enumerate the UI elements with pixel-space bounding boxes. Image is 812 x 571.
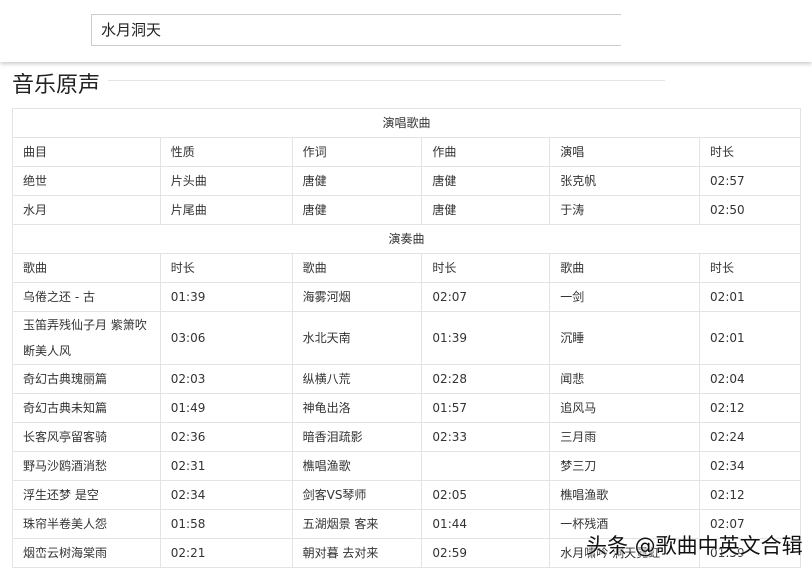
table-cell: 乌倦之还 - 古 xyxy=(12,282,161,312)
table-cell: 02:36 xyxy=(159,422,293,452)
table-cell: 唐健 xyxy=(421,166,551,196)
table-cell: 02:12 xyxy=(699,393,801,423)
watermark: 头条 @歌曲中英文合辑 xyxy=(586,534,803,558)
table-cell: 唐健 xyxy=(291,195,423,225)
table-cell: 玉笛弄残仙子月 紫箫吹断美人风 xyxy=(12,311,161,365)
table-cell: 01:57 xyxy=(421,393,551,423)
table-cell: 02:50 xyxy=(699,195,801,225)
table-cell: 纵横八荒 xyxy=(291,364,423,394)
header-row: 曲目 性质 作词 作曲 演唱 时长 xyxy=(12,137,801,167)
table-cell: 海雾河烟 xyxy=(291,282,423,312)
table-cell: 梦三刀 xyxy=(549,451,701,481)
table-cell: 闻悲 xyxy=(549,364,701,394)
table-cell: 奇幻古典瑰丽篇 xyxy=(12,364,161,394)
table-cell: 作曲 xyxy=(421,137,551,167)
table-cell: 朝对暮 去对来 xyxy=(291,538,423,568)
table-cell: 一剑 xyxy=(549,282,701,312)
header-bar: 水月洞天 xyxy=(0,0,812,62)
table-cell xyxy=(421,451,551,481)
table-cell: 张克帆 xyxy=(549,166,701,196)
table-cell: 02:07 xyxy=(421,282,551,312)
table-cell: 时长 xyxy=(699,137,801,167)
table-cell: 烟峦云树海棠雨 xyxy=(12,538,161,568)
table-cell: 02:24 xyxy=(699,422,801,452)
table-cell: 曲目 xyxy=(12,137,161,167)
table-cell: 作词 xyxy=(291,137,423,167)
table-cell: 樵唱渔歌 xyxy=(291,451,423,481)
search-input[interactable]: 水月洞天 xyxy=(91,14,621,46)
table-cell: 02:57 xyxy=(699,166,801,196)
soundtrack-table: 演唱歌曲 曲目 性质 作词 作曲 演唱 时长 绝世 片头曲 唐健 唐健 张克帆 02:57 水月 片尾曲 唐健… xyxy=(12,108,801,568)
section-title: 音乐原声 xyxy=(12,73,101,98)
table-cell: 01:39 xyxy=(159,282,293,312)
table-cell: 01:49 xyxy=(159,393,293,423)
table-cell: 02:21 xyxy=(159,538,293,568)
table-cell: 追风马 xyxy=(549,393,701,423)
table-cell: 02:33 xyxy=(421,422,551,452)
table-cell: 03:06 xyxy=(159,311,293,365)
table-cell: 三月雨 xyxy=(549,422,701,452)
table-cell: 片头曲 xyxy=(159,166,293,196)
table-cell: 片尾曲 xyxy=(159,195,293,225)
table-row: 绝世 片头曲 唐健 唐健 张克帆 02:57 xyxy=(12,166,801,196)
table-cell: 神龟出洛 xyxy=(291,393,423,423)
table-row: 水月 片尾曲 唐健 唐健 于涛 02:50 xyxy=(12,195,801,225)
table-row: 奇幻古典瑰丽篇 02:03 纵横八荒 02:28 闻悲 02:04 xyxy=(12,364,801,394)
table-cell: 于涛 xyxy=(549,195,701,225)
table-row: 长客风亭留客骑 02:36 暗香泪疏影 02:33 三月雨 02:24 xyxy=(12,422,801,452)
table-cell: 唐健 xyxy=(291,166,423,196)
table-row: 玉笛弄残仙子月 紫箫吹断美人风 03:06 水北天南 01:39 沉睡 02:01 xyxy=(12,311,801,365)
section-header-row: 演唱歌曲 xyxy=(12,108,801,138)
table-cell: 樵唱渔歌 xyxy=(549,480,701,510)
table-cell: 02:34 xyxy=(159,480,293,510)
table-cell: 02:59 xyxy=(421,538,551,568)
header-row: 歌曲 时长 歌曲 时长 歌曲 时长 xyxy=(12,253,801,283)
table-row: 乌倦之还 - 古 01:39 海雾河烟 02:07 一剑 02:01 xyxy=(12,282,801,312)
table-row: 浮生还梦 是空 02:34 剑客VS琴师 02:05 樵唱渔歌 02:12 xyxy=(12,480,801,510)
table-cell: 珠帘半卷美人怨 xyxy=(12,509,161,539)
table-cell: 02:28 xyxy=(421,364,551,394)
table-cell: 01:58 xyxy=(159,509,293,539)
table-cell: 暗香泪疏影 xyxy=(291,422,423,452)
table-cell: 02:01 xyxy=(699,311,801,365)
table-cell: 02:04 xyxy=(699,364,801,394)
table-cell: 01:39 xyxy=(421,311,551,365)
divider xyxy=(108,80,665,81)
table-cell: 02:05 xyxy=(421,480,551,510)
table-cell: 水月 xyxy=(12,195,161,225)
table-cell: 歌曲 xyxy=(12,253,161,283)
table-row: 野马沙鸥酒消愁 02:31 樵唱渔歌 梦三刀 02:34 xyxy=(12,451,801,481)
table-cell: 剑客VS琴师 xyxy=(291,480,423,510)
table-cell: 02:12 xyxy=(699,480,801,510)
table-cell: 水北天南 xyxy=(291,311,423,365)
table-cell: 01:44 xyxy=(421,509,551,539)
table-cell: 浮生还梦 是空 xyxy=(12,480,161,510)
table-cell: 02:34 xyxy=(699,451,801,481)
table-cell: 野马沙鸥酒消愁 xyxy=(12,451,161,481)
table-cell: 02:01 xyxy=(699,282,801,312)
section-header-row: 演奏曲 xyxy=(12,224,801,254)
table-cell: 时长 xyxy=(159,253,293,283)
table-cell: 02:03 xyxy=(159,364,293,394)
table-cell: 演唱 xyxy=(549,137,701,167)
table-cell: 唐健 xyxy=(421,195,551,225)
table-cell: 歌曲 xyxy=(549,253,701,283)
table-cell: 时长 xyxy=(421,253,551,283)
table-row: 奇幻古典未知篇 01:49 神龟出洛 01:57 追风马 02:12 xyxy=(12,393,801,423)
table-section-title: 演唱歌曲 xyxy=(12,108,801,138)
table-section-title: 演奏曲 xyxy=(12,224,801,254)
table-cell: 时长 xyxy=(699,253,801,283)
table-cell: 性质 xyxy=(159,137,293,167)
table-cell: 五湖烟景 客来 xyxy=(291,509,423,539)
table-cell: 奇幻古典未知篇 xyxy=(12,393,161,423)
table-cell: 歌曲 xyxy=(291,253,423,283)
table-cell: 绝世 xyxy=(12,166,161,196)
table-cell: 沉睡 xyxy=(549,311,701,365)
table-cell: 02:31 xyxy=(159,451,293,481)
table-cell: 长客风亭留客骑 xyxy=(12,422,161,452)
